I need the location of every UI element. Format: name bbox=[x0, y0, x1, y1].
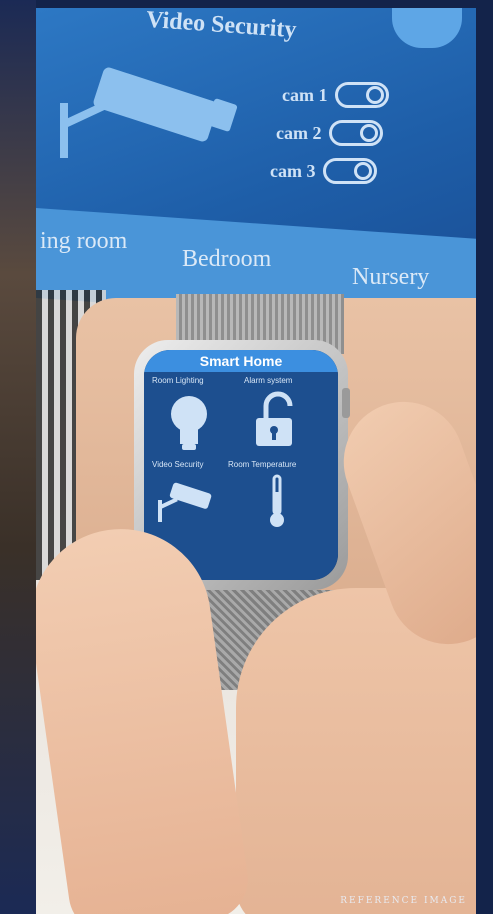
security-camera-icon[interactable] bbox=[154, 476, 224, 526]
tile-label-room-lighting[interactable]: Room Lighting bbox=[152, 376, 204, 385]
photo-frame: Video Security cam 1 cam 2 cam 3 ing roo… bbox=[36, 8, 476, 914]
lightbulb-icon[interactable] bbox=[164, 392, 214, 452]
watch-title: Smart Home bbox=[144, 350, 338, 372]
watch-crown bbox=[342, 388, 350, 418]
security-camera-icon bbox=[60, 67, 238, 158]
room-tab-nursery[interactable]: Nursery bbox=[352, 264, 429, 291]
watermark: REFERENCE IMAGE bbox=[340, 896, 467, 906]
thermometer-icon[interactable] bbox=[262, 472, 292, 532]
room-tab-living-room[interactable]: ing room bbox=[40, 228, 127, 255]
right-border bbox=[476, 0, 493, 914]
tablet-title: Video Security bbox=[145, 8, 298, 44]
cam-label: cam 2 bbox=[276, 122, 322, 143]
tablet-top-right-button bbox=[392, 8, 462, 48]
cam-label: cam 1 bbox=[282, 84, 328, 105]
tile-label-video-security[interactable]: Video Security bbox=[152, 460, 203, 469]
left-border bbox=[0, 0, 36, 914]
cam-row-2[interactable]: cam 2 bbox=[276, 120, 384, 146]
tile-label-alarm-system[interactable]: Alarm system bbox=[244, 376, 292, 385]
tile-label-room-temperature[interactable]: Room Temperature bbox=[228, 460, 296, 469]
tablet-screen: Video Security cam 1 cam 2 cam 3 ing roo… bbox=[36, 8, 476, 329]
cam-toggle[interactable] bbox=[329, 120, 384, 146]
cam-row-3[interactable]: cam 3 bbox=[270, 158, 378, 184]
unlocked-padlock-icon[interactable] bbox=[252, 390, 302, 450]
cam-toggle[interactable] bbox=[323, 158, 378, 184]
cam-row-1[interactable]: cam 1 bbox=[282, 82, 390, 108]
cam-label: cam 3 bbox=[270, 160, 316, 181]
room-tab-bedroom[interactable]: Bedroom bbox=[182, 246, 271, 273]
cam-toggle[interactable] bbox=[335, 82, 390, 108]
